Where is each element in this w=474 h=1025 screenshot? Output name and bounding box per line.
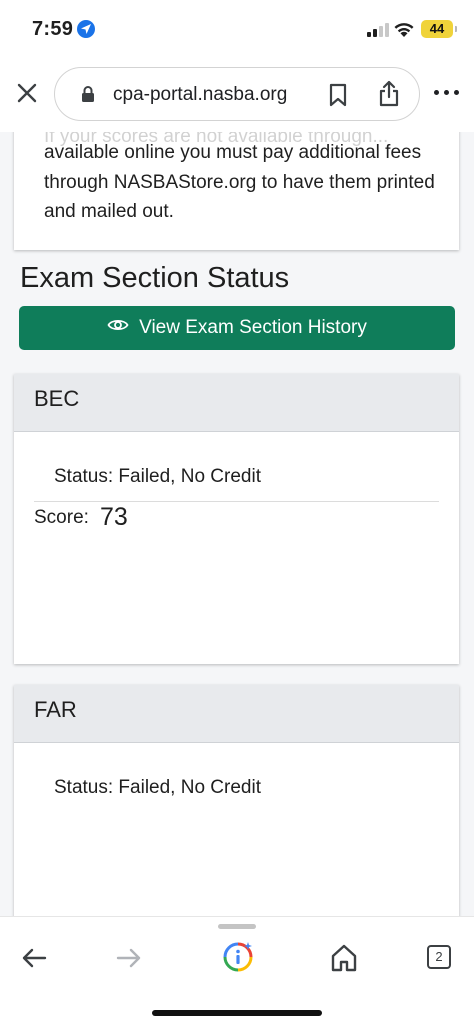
location-arrow-icon [77, 20, 95, 38]
score-value: 73 [100, 503, 128, 531]
forward-arrow-icon[interactable] [114, 943, 144, 978]
bottom-toolbar: 2 [0, 916, 474, 1025]
cellular-signal-icon [367, 23, 389, 37]
exam-status: Status: Failed, No Credit [54, 777, 261, 798]
page-content: If your scores are not available through… [0, 132, 474, 916]
exam-card-bec: BEC Status: Failed, No Credit Score: 73 [14, 374, 459, 664]
more-options-icon[interactable] [434, 90, 462, 98]
exam-card-header: BEC [14, 374, 459, 432]
battery-indicator: 44 [421, 20, 457, 38]
exam-section-heading: Exam Section Status [20, 262, 290, 294]
address-bar[interactable]: cpa-portal.nasba.org [54, 67, 420, 121]
score-label: Score: [34, 507, 89, 528]
browser-toolbar: cpa-portal.nasba.org [0, 60, 474, 132]
tab-switcher-button[interactable]: 2 [427, 945, 451, 969]
eye-icon [107, 317, 129, 339]
google-lens-icon[interactable] [222, 941, 254, 978]
wifi-icon [393, 20, 415, 43]
back-arrow-icon[interactable] [19, 943, 49, 978]
exam-status: Status: Failed, No Credit [54, 466, 261, 487]
lock-icon [81, 85, 95, 108]
home-indicator [152, 1010, 322, 1016]
share-icon[interactable] [377, 80, 401, 113]
notice-card: If your scores are not available through… [14, 132, 459, 250]
bookmark-icon[interactable] [328, 83, 348, 112]
divider [34, 501, 439, 502]
sheet-handle[interactable] [218, 924, 256, 929]
home-icon[interactable] [330, 943, 358, 978]
view-exam-history-label: View Exam Section History [139, 317, 367, 338]
url-text: cpa-portal.nasba.org [113, 84, 288, 105]
status-bar: 7:59 44 [0, 0, 474, 60]
close-icon[interactable] [14, 80, 40, 106]
exam-card-far: FAR Status: Failed, No Credit [14, 685, 459, 916]
clock: 7:59 [32, 18, 74, 40]
view-exam-history-button[interactable]: View Exam Section History [19, 306, 455, 350]
exam-card-header: FAR [14, 685, 459, 743]
notice-text: available online you must pay additional… [44, 142, 435, 222]
